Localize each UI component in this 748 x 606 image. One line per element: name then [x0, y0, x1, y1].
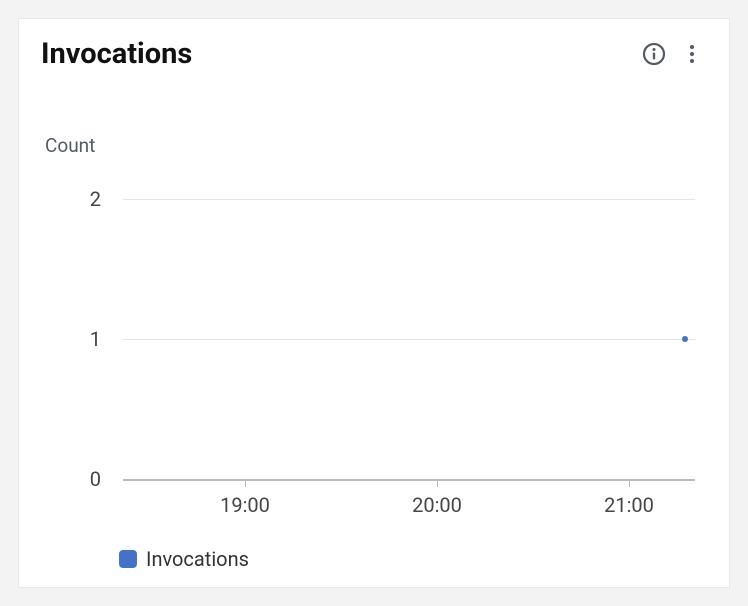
info-icon[interactable]: [639, 39, 669, 69]
y-tick: 1: [45, 327, 101, 351]
x-tick: 19:00: [220, 493, 270, 517]
x-tick: 21:00: [604, 493, 654, 517]
chart-panel: Invocations Count 2 1 0 19:00: [18, 18, 730, 588]
y-axis-label: Count: [45, 134, 95, 157]
gridline: [123, 199, 695, 200]
x-tick: 20:00: [412, 493, 462, 517]
x-tick-mark: [629, 481, 630, 487]
x-tick-mark: [437, 481, 438, 487]
legend: Invocations: [119, 547, 249, 571]
x-axis-line: [123, 479, 695, 481]
kebab-menu-icon[interactable]: [677, 39, 707, 69]
y-tick: 0: [45, 467, 101, 491]
data-point: [682, 336, 688, 342]
legend-label: Invocations: [146, 547, 249, 571]
legend-swatch: [119, 550, 137, 568]
gridline: [123, 339, 695, 340]
chart-plot-area: 2 1 0 19:00 20:00 21:00: [45, 174, 705, 504]
x-tick-mark: [245, 481, 246, 487]
y-tick: 2: [45, 187, 101, 211]
panel-header: Invocations: [19, 19, 729, 71]
panel-title: Invocations: [41, 37, 631, 71]
